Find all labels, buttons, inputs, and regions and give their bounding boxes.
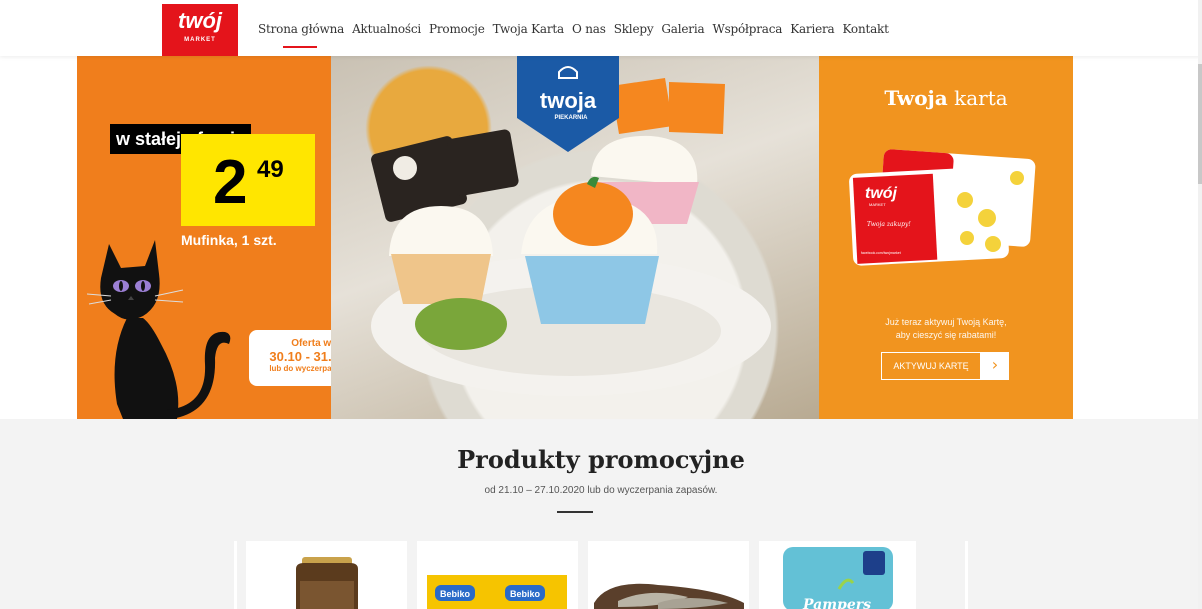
promo-title-rest: promocyjne xyxy=(579,445,745,474)
nav-promocje[interactable]: Promocje xyxy=(425,22,489,36)
black-cat-icon xyxy=(87,240,231,419)
price-box: 2 49 xyxy=(181,134,315,226)
product-card[interactable] xyxy=(588,541,749,609)
fish-pack-icon xyxy=(594,583,744,609)
promo-divider xyxy=(557,511,593,513)
card-activation-text: Już teraz aktywuj Twoją Kartę, aby ciesz… xyxy=(819,316,1073,342)
nav-strona-glowna[interactable]: Strona główna xyxy=(258,22,348,36)
nav-twoja-karta[interactable]: Twoja Karta xyxy=(489,22,568,36)
site-header: twój MARKET Strona główna Aktualności Pr… xyxy=(0,0,1202,56)
page-scrollbar[interactable] xyxy=(1198,0,1202,609)
promo-title-bold: Produkty xyxy=(457,445,580,474)
card-text-line1: Już teraz aktywuj Twoją Kartę, xyxy=(885,317,1007,327)
nav-galeria[interactable]: Galeria xyxy=(657,22,708,36)
hero-banner[interactable]: w stałej ofercie 2 49 Mufinka, 1 szt. Of… xyxy=(77,56,1073,419)
nav-o-nas[interactable]: O nas xyxy=(568,22,610,36)
card-title-bold: Twoja xyxy=(884,86,948,110)
price-integer: 2 xyxy=(213,148,248,217)
scrollbar-thumb[interactable] xyxy=(1198,64,1202,184)
card-title-rest: karta xyxy=(947,86,1008,110)
bebiko-brand-1: Bebiko xyxy=(440,589,471,599)
carousel-edge-right xyxy=(965,541,968,609)
bakery-word: twoja xyxy=(540,88,597,113)
promo-section-title: Produkty promocyjne xyxy=(0,445,1202,474)
nav-wspolpraca[interactable]: Współpraca xyxy=(708,22,786,36)
pampers-brand: Pampers xyxy=(802,597,871,609)
promo-products-carousel: Bebiko Bebiko Pampers xyxy=(246,541,916,609)
promo-products-section: Produkty promocyjne od 21.10 – 27.10.202… xyxy=(0,419,1202,609)
nav-kontakt[interactable]: Kontakt xyxy=(838,22,892,36)
product-card[interactable]: Pampers xyxy=(759,541,916,609)
bakery-sub: PIEKARNIA xyxy=(554,115,588,121)
price-decimal: 49 xyxy=(257,156,284,183)
coffee-jar-icon xyxy=(296,557,358,609)
active-nav-indicator xyxy=(283,46,317,48)
loyalty-cards-image: twój MARKET Twoja zakupy! facebook.com/t… xyxy=(849,149,1036,266)
bebiko-brand-2: Bebiko xyxy=(510,589,541,599)
nav-kariera[interactable]: Kariera xyxy=(786,22,838,36)
card-panel-title: Twoja karta xyxy=(819,86,1073,110)
bebiko-box-icon: Bebiko Bebiko xyxy=(427,575,567,609)
card-logo: twój xyxy=(865,185,898,202)
card-logo-sub: MARKET xyxy=(869,202,886,207)
promo-date-range: od 21.10 – 27.10.2020 lub do wyczerpania… xyxy=(484,485,718,496)
chevron-right-icon[interactable]: › xyxy=(981,352,1009,380)
card-text-line2: aby cieszyć się rabatami! xyxy=(895,330,997,340)
nav-aktualnosci[interactable]: Aktualności xyxy=(348,22,425,36)
twoj-market-logo[interactable]: twój MARKET xyxy=(162,4,238,56)
carousel-edge-left xyxy=(234,541,237,609)
offer-panel[interactable]: w stałej ofercie 2 49 Mufinka, 1 szt. Of… xyxy=(77,56,399,419)
pampers-pack-icon: Pampers xyxy=(783,547,893,609)
nav-sklepy[interactable]: Sklepy xyxy=(610,22,658,36)
card-footer: facebook.com/twojmarket xyxy=(861,251,901,255)
twoja-karta-panel[interactable]: Twoja karta twój MARKET Twoja zakupy! fa… xyxy=(819,56,1073,419)
logo-sub: MARKET xyxy=(184,37,216,43)
activate-card-button[interactable]: AKTYWUJ KARTĘ › xyxy=(881,352,1009,380)
main-nav: Strona główna Aktualności Promocje Twoja… xyxy=(258,22,893,36)
logo-word: twój xyxy=(178,8,222,33)
card-script: Twoja zakupy! xyxy=(867,221,911,228)
product-card[interactable] xyxy=(246,541,407,609)
product-card[interactable]: Bebiko Bebiko xyxy=(417,541,578,609)
twoja-piekarnia-badge: twoja PIEKARNIA xyxy=(517,56,619,152)
activate-card-label[interactable]: AKTYWUJ KARTĘ xyxy=(881,352,981,380)
